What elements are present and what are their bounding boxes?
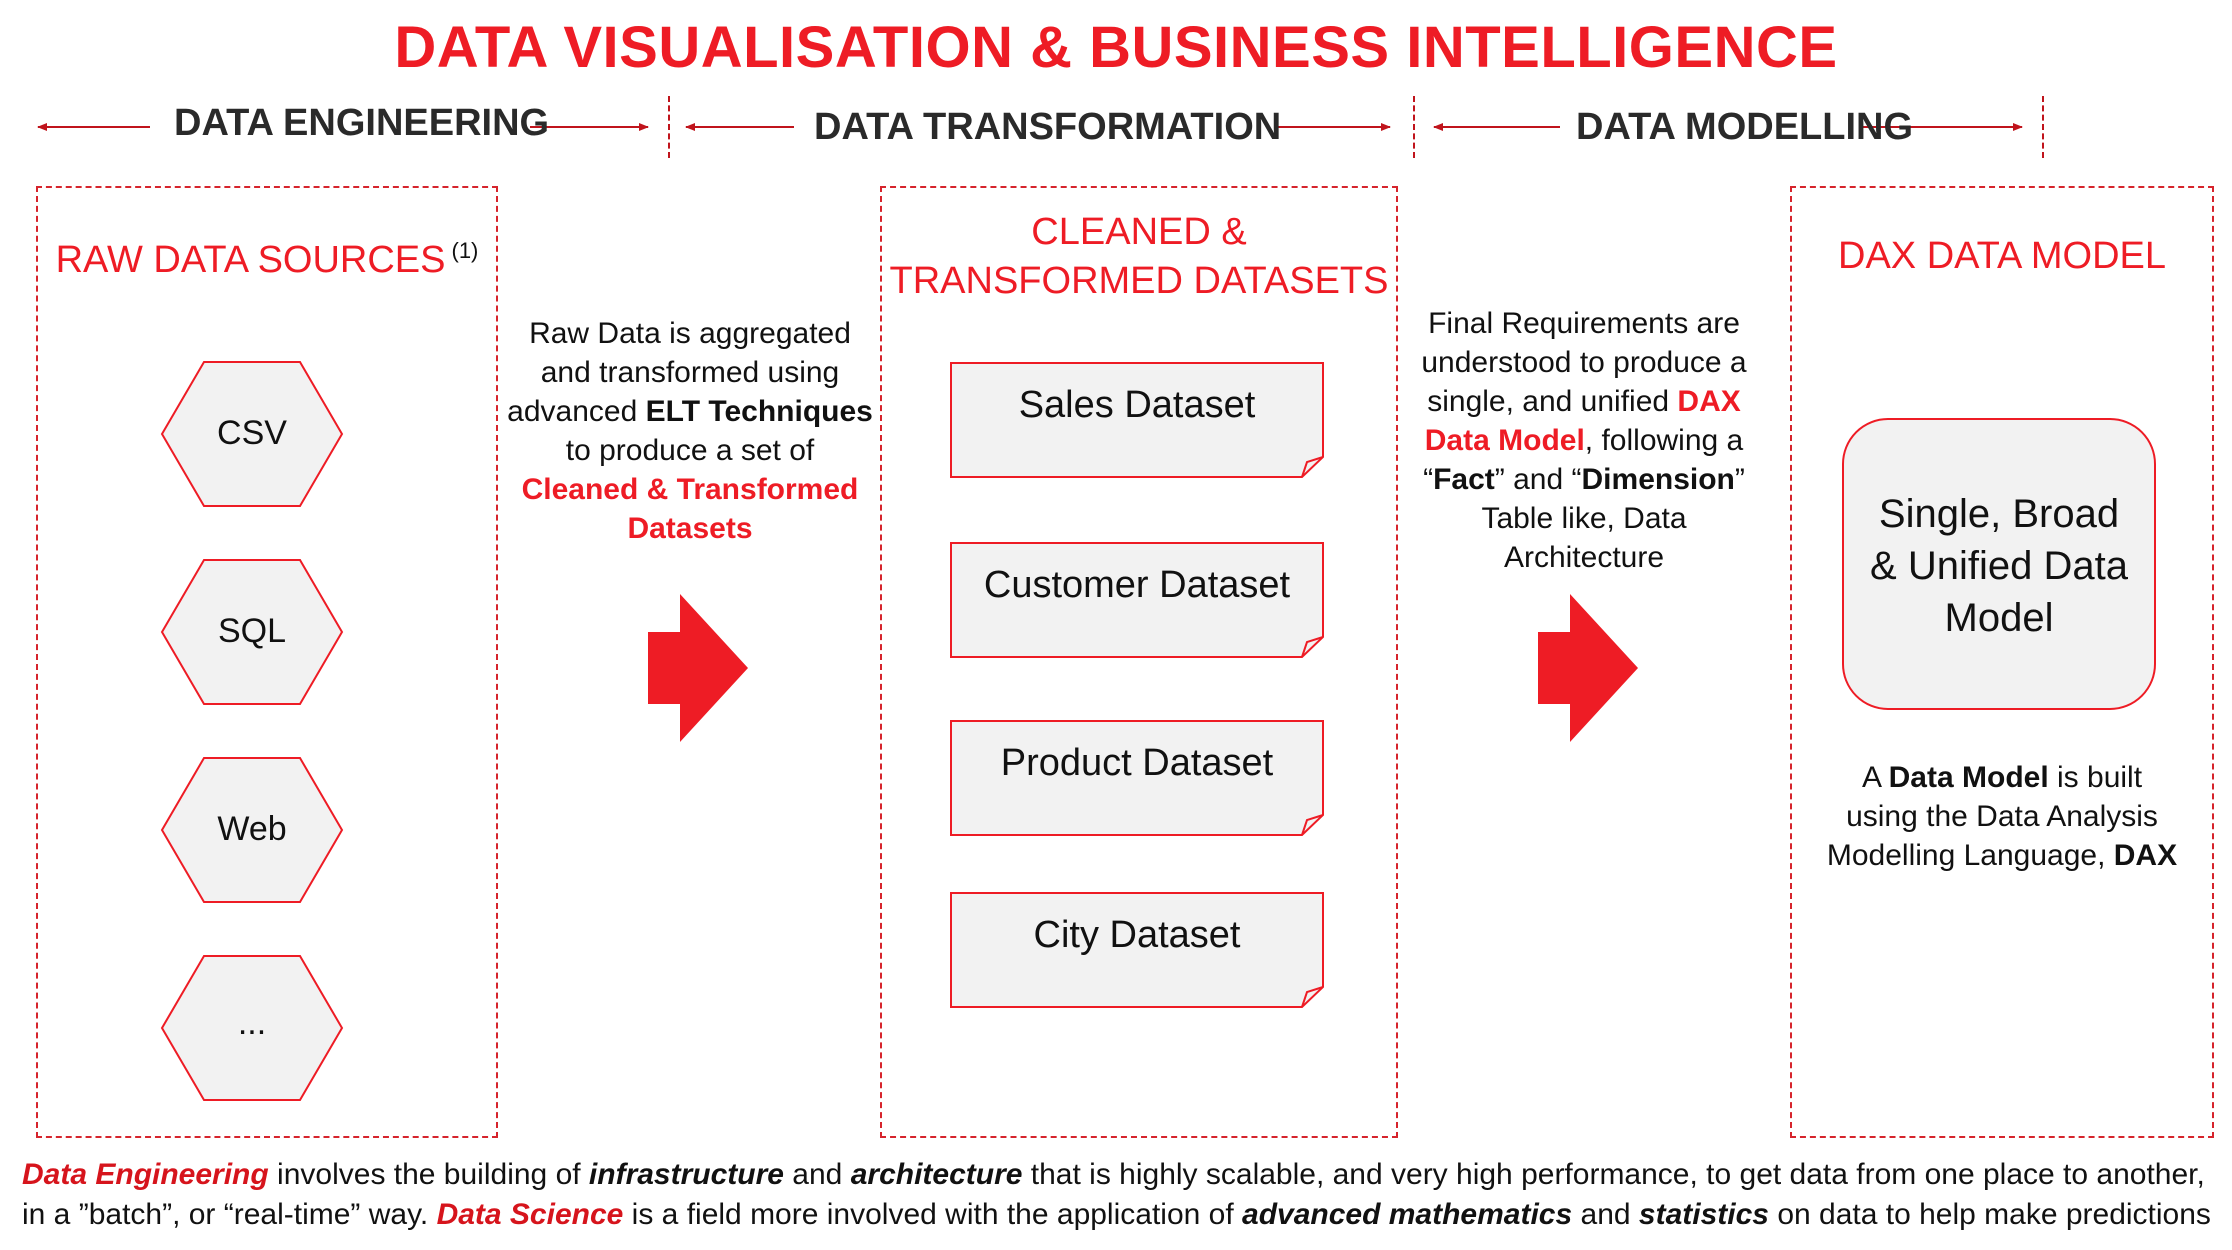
dax-model-title: DAX DATA MODEL xyxy=(1838,235,2166,277)
footer-emphasis: advanced mathematics xyxy=(1242,1198,1573,1231)
dataset-card-city: City Dataset xyxy=(950,892,1324,1008)
footnote-marker: (1) xyxy=(451,238,479,264)
model-highlight: Data Model xyxy=(1424,424,1585,457)
fact-term: Fact xyxy=(1433,463,1495,496)
model-line: single, and unified DAX xyxy=(1404,382,1764,421)
dimension-term: Dimension xyxy=(1581,463,1735,496)
dataset-label: City Dataset xyxy=(1033,914,1241,956)
etl-description: Raw Data is aggregated and transformed u… xyxy=(500,314,880,548)
model-line: Final Requirements are xyxy=(1428,307,1740,340)
dax-caption-line: A Data Model is built xyxy=(1790,758,2214,797)
dataset-card-sales: Sales Dataset xyxy=(950,362,1324,478)
source-sql: SQL xyxy=(217,612,287,650)
dataset-card-customer: Customer Dataset xyxy=(950,542,1324,658)
source-web: Web xyxy=(217,810,287,848)
footer-text: and xyxy=(1572,1198,1639,1231)
page-title: DATA VISUALISATION & BUSINESS INTELLIGEN… xyxy=(394,15,1838,80)
etl-line: advanced ELT Techniques xyxy=(500,392,880,431)
footer-text: that is highly scalable, and very high p… xyxy=(1022,1158,2205,1191)
model-text: single, and unified xyxy=(1427,385,1678,418)
dataset-label: Customer Dataset xyxy=(983,564,1291,606)
unified-model-text: Single, Broad & Unified Data Model xyxy=(1844,488,2154,644)
raw-data-sources-title: RAW DATA SOURCES (1) xyxy=(36,236,498,285)
etl-line: to produce a set of xyxy=(565,434,815,467)
dax-caption-line: Modelling Language, DAX xyxy=(1790,836,2214,875)
phase-data-engineering: DATA ENGINEERING xyxy=(174,102,550,144)
model-line: Data Model, following a xyxy=(1404,421,1764,460)
dax-caption-text: is built xyxy=(2048,761,2143,794)
source-more: ... xyxy=(237,1004,267,1042)
model-highlight: DAX xyxy=(1677,385,1741,418)
model-text: , following a xyxy=(1584,424,1744,457)
model-description: Final Requirements are understood to pro… xyxy=(1404,304,1764,577)
footer-text: on data to help make predictions xyxy=(1768,1198,2211,1231)
etl-techniques: ELT Techniques xyxy=(645,395,873,428)
dataset-label: Sales Dataset xyxy=(1018,384,1256,426)
phase-divider xyxy=(1413,96,1415,158)
etl-text: advanced xyxy=(507,395,646,428)
model-text: “ xyxy=(1423,463,1434,496)
etl-highlight: Datasets xyxy=(627,512,753,545)
datasets-title: CLEANED & TRANSFORMED DATASETS xyxy=(880,208,1398,307)
phase-divider xyxy=(668,96,670,158)
dax-caption: A Data Model is built using the Data Ana… xyxy=(1790,758,2214,875)
model-line: “Fact” and “Dimension” xyxy=(1404,460,1764,499)
data-source-hexagons xyxy=(160,361,344,1101)
phase-data-modelling: DATA MODELLING xyxy=(1576,106,1914,148)
etl-line: and transformed using xyxy=(540,356,840,389)
phase-data-transformation: DATA TRANSFORMATION xyxy=(814,106,1282,148)
footer-emphasis: architecture xyxy=(850,1158,1023,1191)
phase-divider xyxy=(2042,96,2044,158)
footer-emphasis: infrastructure xyxy=(588,1158,784,1191)
etl-line: Raw Data is aggregated xyxy=(529,317,851,350)
footer-term-data-science: Data Science xyxy=(436,1198,624,1231)
unified-model-line: Single, Broad xyxy=(1878,492,2120,536)
model-line: understood to produce a xyxy=(1421,346,1747,379)
dax-caption-line: using the Data Analysis xyxy=(1846,800,2158,833)
raw-data-sources-label: RAW DATA SOURCES xyxy=(55,239,446,281)
etl-highlight: Cleaned & Transformed xyxy=(521,473,859,506)
flow-arrow-right-icon xyxy=(648,594,748,742)
dataset-label: Product Dataset xyxy=(1000,742,1274,784)
source-csv: CSV xyxy=(217,414,287,452)
footer-note: Data Engineering involves the building o… xyxy=(22,1155,2222,1235)
dax-caption-text: Modelling Language, xyxy=(1826,839,2114,872)
datasets-title-line: CLEANED & xyxy=(1031,211,1247,253)
footer-text: and xyxy=(783,1158,851,1191)
unified-model-line: & Unified Data xyxy=(1870,544,2128,588)
flow-arrow-right-icon xyxy=(1538,594,1638,742)
dataset-card-product: Product Dataset xyxy=(950,720,1324,836)
unified-model-line: Model xyxy=(1944,596,2054,640)
footer-emphasis: statistics xyxy=(1638,1198,1769,1231)
dax-caption-bold: Data Model xyxy=(1888,761,2049,794)
model-text: ” xyxy=(1734,463,1745,496)
dax-caption-bold: DAX xyxy=(2113,839,2178,872)
unified-model-box: Single, Broad & Unified Data Model xyxy=(1842,418,2156,710)
model-text: ” and “ xyxy=(1494,463,1582,496)
footer-text: involves the building of xyxy=(268,1158,589,1191)
model-line: Architecture xyxy=(1503,541,1665,574)
footer-term-data-engineering: Data Engineering xyxy=(22,1158,269,1191)
model-line: Table like, Data xyxy=(1481,502,1687,535)
datasets-title-line: TRANSFORMED DATASETS xyxy=(889,260,1389,303)
footer-text: in a ”batch”, or “real-time” way. xyxy=(22,1198,437,1231)
footer-text: is a field more involved with the applic… xyxy=(623,1198,1243,1231)
dax-caption-text: A xyxy=(1861,761,1889,794)
